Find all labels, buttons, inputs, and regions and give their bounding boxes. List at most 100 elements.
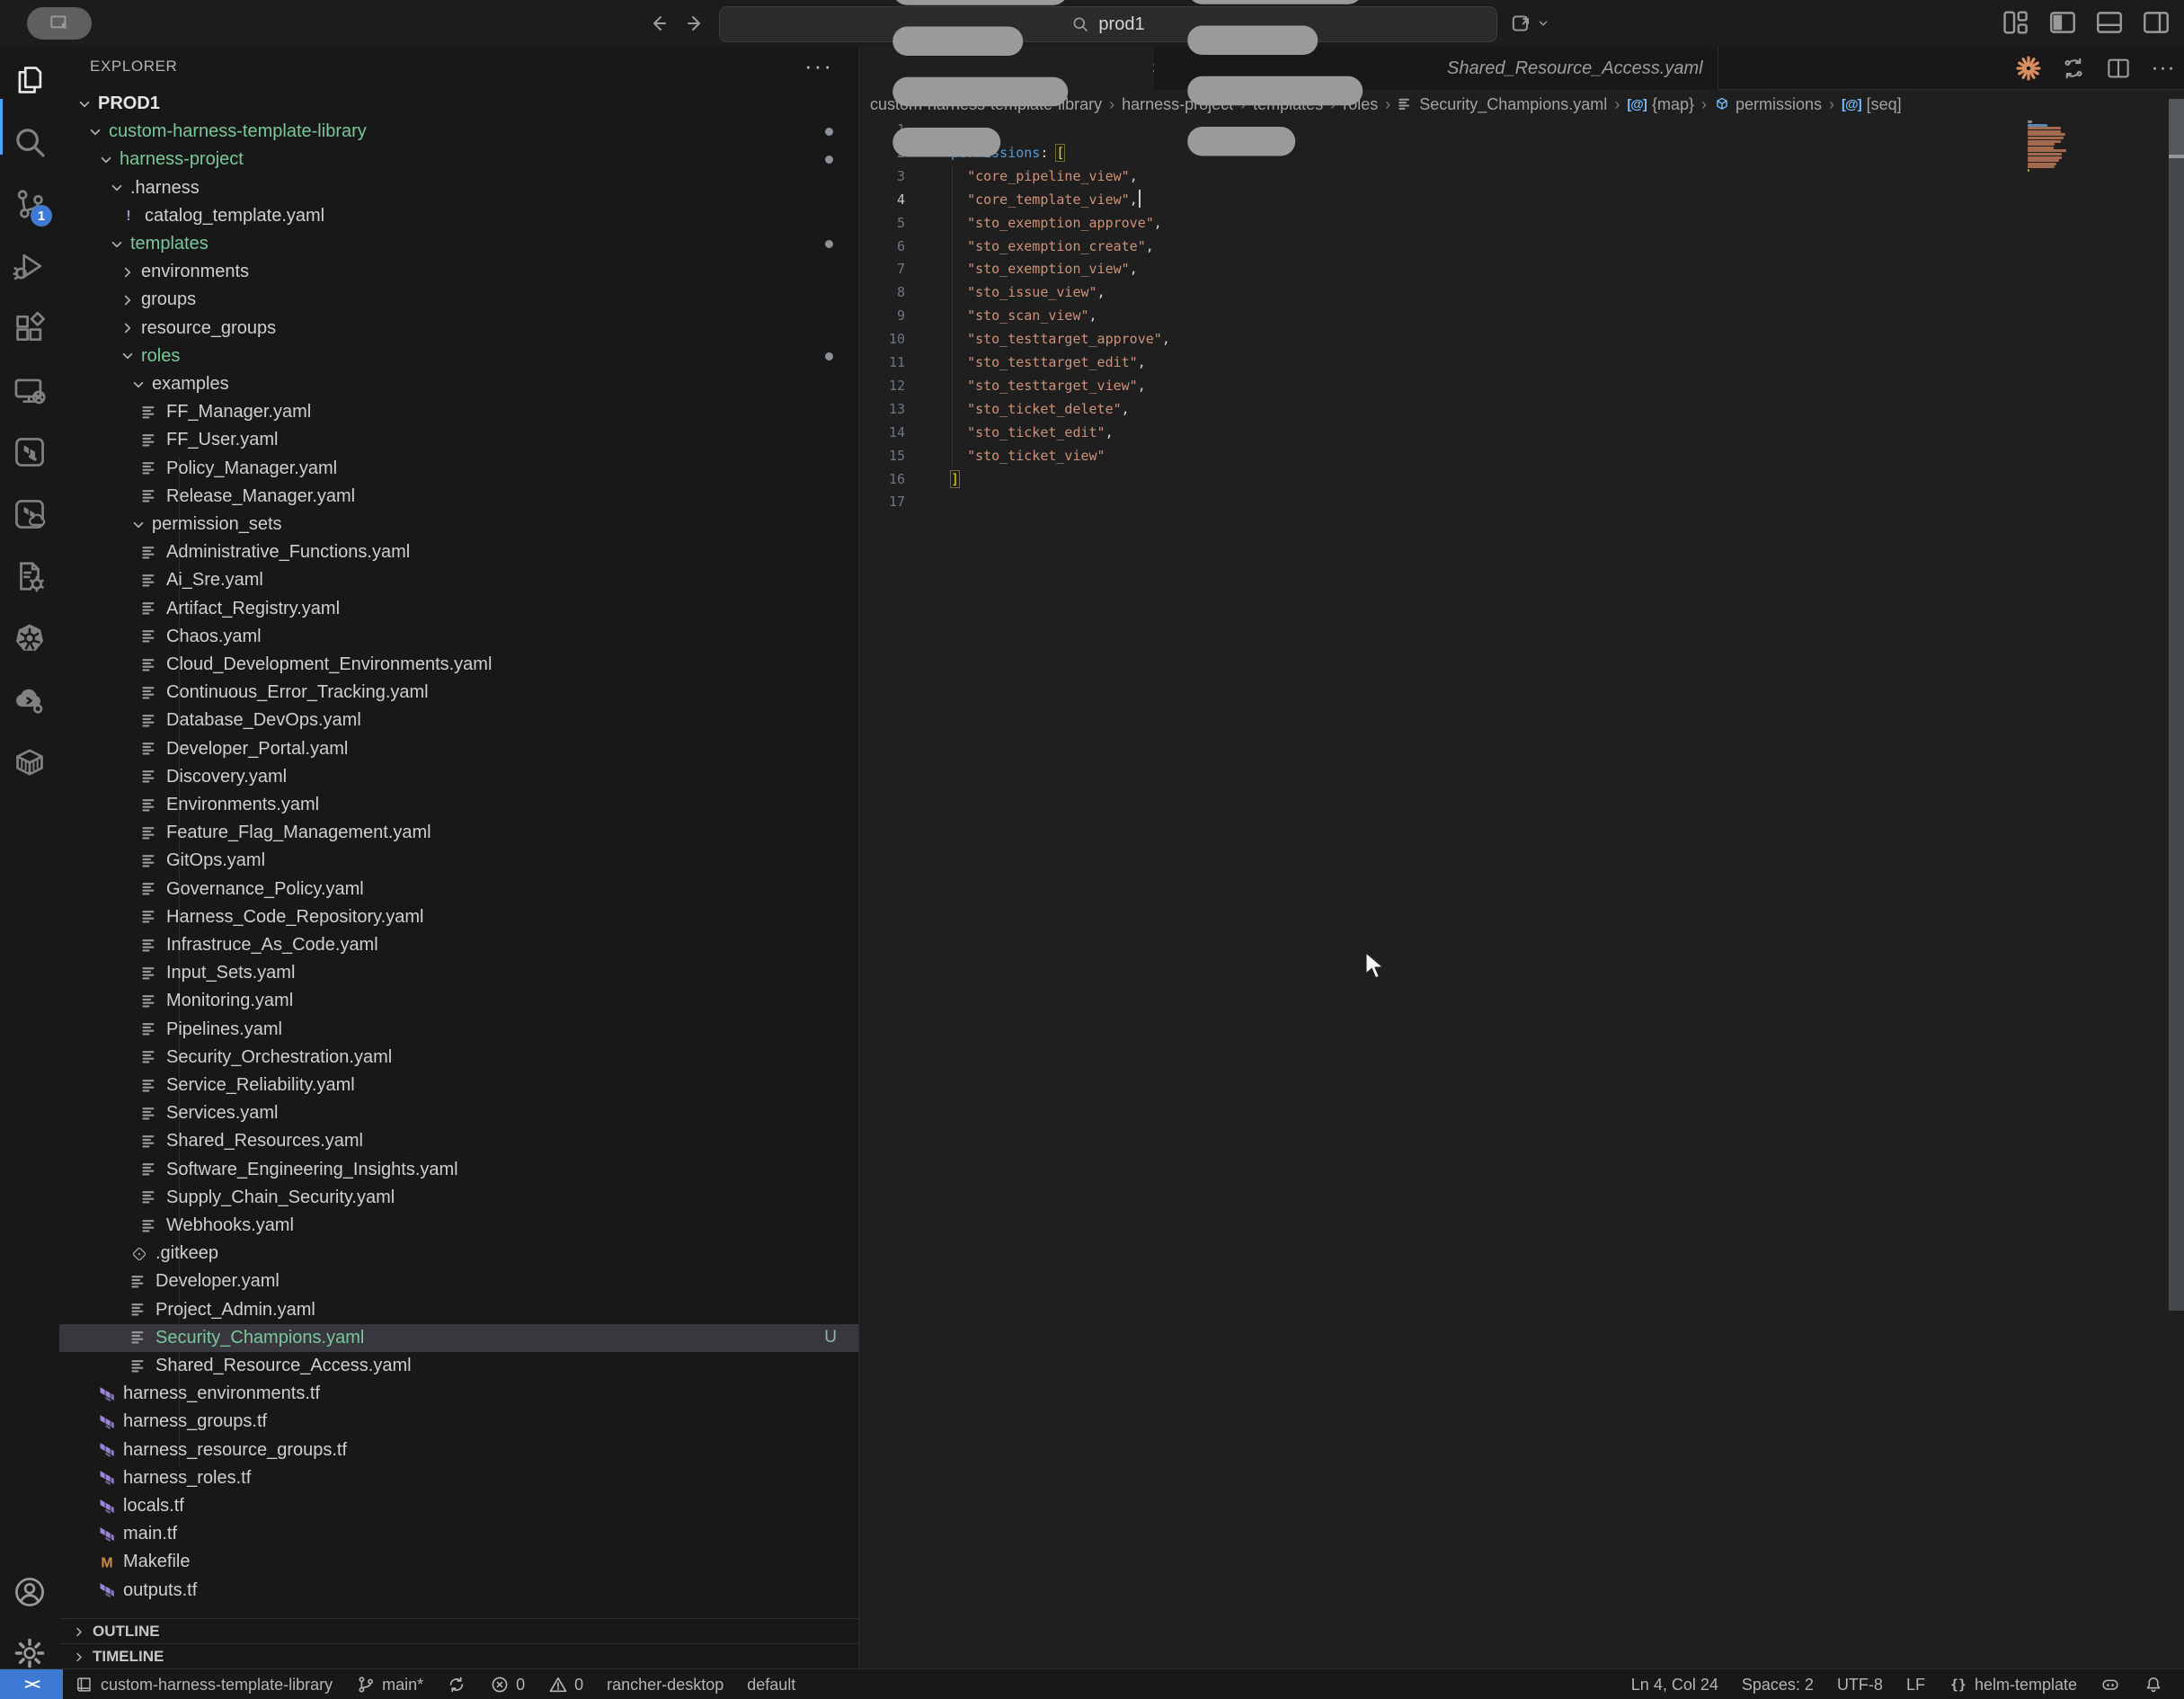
activity-item-terraform-cloud[interactable] [0,486,59,542]
status-profile[interactable]: default [735,1669,807,1699]
tree-file-outputs.tf[interactable]: outputs.tf [59,1577,858,1605]
activity-item-run-and-debug[interactable] [0,238,59,294]
tree-file-Environments.yaml[interactable]: Environments.yaml [59,791,858,819]
activity-item-cloud-shell[interactable] [0,672,59,728]
tree-folder-roles[interactable]: roles [59,342,858,370]
code-line-5[interactable]: 5 "sto_exemption_approve", [859,212,2184,236]
tree-file-Governance_Policy.yaml[interactable]: Governance_Policy.yaml [59,876,858,903]
remote-indicator[interactable]: >< [0,1669,63,1699]
tree-file-Monitoring.yaml[interactable]: Monitoring.yaml [59,987,858,1015]
tree-file-Harness_Code_Repository.yaml[interactable]: Harness_Code_Repository.yaml [59,903,858,931]
tree-file-Cloud_Development_Environments.yaml[interactable]: Cloud_Development_Environments.yaml [59,651,858,679]
tree-file-Security_Champions.yaml[interactable]: Security_Champions.yamlU [59,1324,858,1352]
code-area[interactable]: 1---2permissions: [3 "core_pipeline_view… [859,119,2184,1668]
toggle-panel-right-icon[interactable] [2141,7,2171,38]
tree-file-Project_Admin.yaml[interactable]: Project_Admin.yaml [59,1296,858,1324]
status-errors[interactable]: 0 [478,1669,537,1699]
breadcrumb-item[interactable]: permissions [1714,95,1822,114]
toggle-panel-bottom-icon[interactable] [2094,7,2125,38]
activity-item-cmake-tools[interactable] [0,548,59,604]
status-language-mode[interactable]: {}helm-template [1937,1675,2089,1695]
status-repo[interactable]: custom-harness-template-library [63,1669,344,1699]
status-sync[interactable] [435,1669,478,1699]
tree-file-Developer_Portal.yaml[interactable]: Developer_Portal.yaml [59,735,858,763]
more-actions-icon[interactable]: ··· [804,52,833,80]
tree-file-Shared_Resources.yaml[interactable]: Shared_Resources.yaml [59,1127,858,1155]
breadcrumb-item[interactable]: [@]{map} [1627,95,1694,114]
forward-button[interactable] [678,7,714,40]
tree-file-harness_roles.tf[interactable]: harness_roles.tf [59,1464,858,1492]
tree-file-Pipelines.yaml[interactable]: Pipelines.yaml [59,1016,858,1044]
status-warnings[interactable]: 0 [537,1669,595,1699]
code-line-12[interactable]: 12 "sto_testtarget_view", [859,375,2184,398]
code-line-16[interactable]: 16] [859,468,2184,492]
tree-file-Discovery.yaml[interactable]: Discovery.yaml [59,763,858,791]
tree-file-Makefile[interactable]: MMakefile [59,1548,858,1576]
tree-file-Administrative_Functions.yaml[interactable]: Administrative_Functions.yaml [59,538,858,566]
tree-file-locals.tf[interactable]: locals.tf [59,1492,858,1520]
tree-file-main.tf[interactable]: main.tf [59,1520,858,1548]
tree-file-harness_groups.tf[interactable]: harness_groups.tf [59,1408,858,1436]
tree-folder-templates[interactable]: templates [59,230,858,258]
code-line-13[interactable]: 13 "sto_ticket_delete", [859,398,2184,422]
status-eol[interactable]: LF [1895,1676,1937,1695]
tree-file-Database_DevOps.yaml[interactable]: Database_DevOps.yaml [59,707,858,734]
activity-item-kubernetes[interactable] [0,610,59,666]
breadcrumb-item[interactable]: [@][seq] [1842,95,1902,114]
tree-file-harness_environments.tf[interactable]: harness_environments.tf [59,1380,858,1408]
tree-folder-custom-harness-template-library[interactable]: custom-harness-template-library [59,118,858,146]
tree-file-Services.yaml[interactable]: Services.yaml [59,1099,858,1127]
minimap[interactable] [2028,120,2100,183]
tree-file-harness_resource_groups.tf[interactable]: harness_resource_groups.tf [59,1437,858,1464]
tab-Shared_Resource_Access.yaml[interactable]: Shared_Resource_Access.yaml [1154,47,1718,90]
tree-folder-environments[interactable]: environments [59,258,858,286]
code-line-11[interactable]: 11 "sto_testtarget_edit", [859,351,2184,375]
timeline-section[interactable]: TIMELINE [59,1643,858,1669]
status-rancher-desktop[interactable]: rancher-desktop [595,1669,735,1699]
customize-layout-icon[interactable] [2001,7,2031,38]
activity-item-accounts[interactable] [0,1564,59,1620]
tree-file-catalog_template.yaml[interactable]: !catalog_template.yaml [59,202,858,230]
tree-folder-harness-project[interactable]: harness-project [59,146,858,173]
starburst-icon[interactable] [2015,55,2042,82]
toggle-panel-left-icon[interactable] [2047,7,2078,38]
activity-item-extensions[interactable] [0,300,59,356]
tree-file-GitOps.yaml[interactable]: GitOps.yaml [59,847,858,875]
tree-folder-.harness[interactable]: .harness [59,174,858,202]
tree-file-Release_Manager.yaml[interactable]: Release_Manager.yaml [59,483,858,511]
code-line-17[interactable]: 17 [859,491,2184,514]
tree-file-Feature_Flag_Management.yaml[interactable]: Feature_Flag_Management.yaml [59,819,858,847]
activity-item-explorer[interactable] [0,52,59,108]
tree-file-Shared_Resource_Access.yaml[interactable]: Shared_Resource_Access.yaml [59,1352,858,1380]
activity-item-search[interactable] [0,114,59,170]
status-copilot[interactable] [2089,1675,2132,1695]
code-line-9[interactable]: 9 "sto_scan_view", [859,305,2184,328]
tree-file-Supply_Chain_Security.yaml[interactable]: Supply_Chain_Security.yaml [59,1184,858,1212]
status-branch[interactable]: main* [344,1669,435,1699]
status-indentation[interactable]: Spaces: 2 [1730,1676,1825,1695]
code-line-10[interactable]: 10 "sto_testtarget_approve", [859,328,2184,351]
status-notifications[interactable] [2132,1675,2175,1695]
tree-folder-groups[interactable]: groups [59,286,858,314]
activity-item-containers[interactable] [0,734,59,790]
tree-file-FF_User.yaml[interactable]: FF_User.yaml [59,426,858,454]
tree-file-.gitkeep[interactable]: .gitkeep [59,1240,858,1268]
code-line-8[interactable]: 8 "sto_issue_view", [859,281,2184,305]
tree-file-Chaos.yaml[interactable]: Chaos.yaml [59,623,858,651]
sync-loop-icon[interactable] [2060,55,2087,82]
activity-item-remote-explorer[interactable] [0,362,59,418]
tree-folder-resource_groups[interactable]: resource_groups [59,315,858,342]
activity-item-terraform[interactable] [0,424,59,480]
status-cursor-position[interactable]: Ln 4, Col 24 [1620,1676,1730,1695]
tree-file-Service_Reliability.yaml[interactable]: Service_Reliability.yaml [59,1072,858,1099]
tree-file-Ai_Sre.yaml[interactable]: Ai_Sre.yaml [59,566,858,594]
code-line-14[interactable]: 14 "sto_ticket_edit", [859,422,2184,445]
tree-file-Artifact_Registry.yaml[interactable]: Artifact_Registry.yaml [59,595,858,623]
code-line-15[interactable]: 15 "sto_ticket_view" [859,445,2184,468]
back-button[interactable] [640,7,676,40]
outline-section[interactable]: OUTLINE [59,1618,858,1644]
tree-folder-permission_sets[interactable]: permission_sets [59,511,858,538]
tree-file-Infrastruce_As_Code.yaml[interactable]: Infrastruce_As_Code.yaml [59,931,858,959]
tree-file-Developer.yaml[interactable]: Developer.yaml [59,1268,858,1295]
status-encoding[interactable]: UTF-8 [1825,1676,1895,1695]
